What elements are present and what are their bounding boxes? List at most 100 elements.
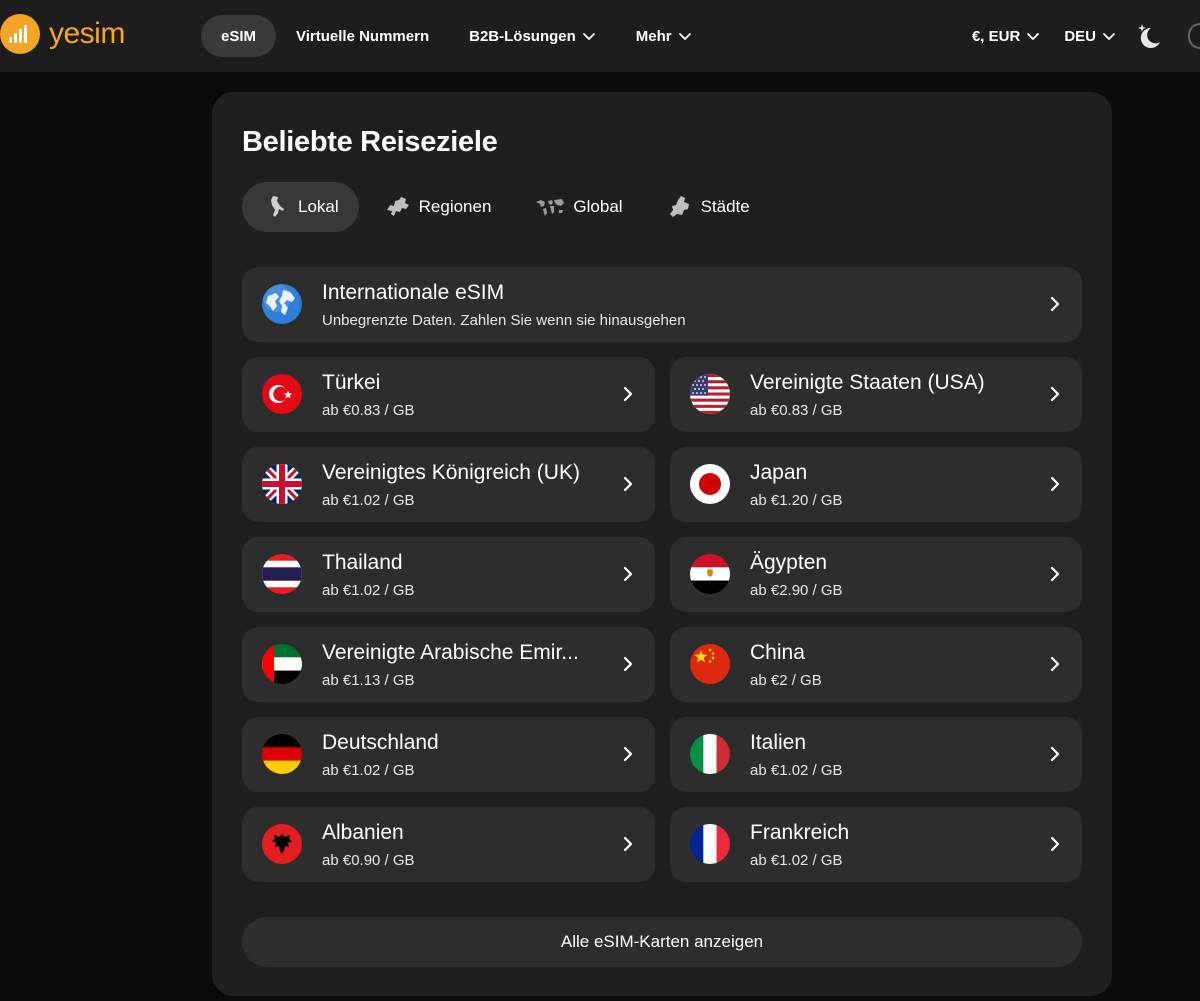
- chevron-down-icon: [1027, 33, 1040, 40]
- international-esim-description: Unbegrenzte Daten. Zahlen Sie wenn sie h…: [322, 312, 686, 329]
- chevron-right-icon: [623, 386, 633, 402]
- chevron-right-icon: [623, 746, 633, 762]
- destination-name: Vereinigte Arabische Emir...: [322, 641, 579, 664]
- chevron-right-icon: [1050, 836, 1060, 852]
- destination-name: Albanien: [322, 821, 404, 844]
- international-esim-title: Internationale eSIM: [322, 281, 505, 304]
- albania-flag-icon: [262, 824, 302, 864]
- popular-destinations-panel: Beliebte Reiseziele Lokal Regionen Globa…: [212, 92, 1112, 996]
- tab-local[interactable]: Lokal: [242, 182, 359, 232]
- destination-name: Türkei: [322, 371, 381, 394]
- germany-flag-icon: [262, 734, 302, 774]
- destination-name: China: [750, 641, 805, 664]
- language-selector[interactable]: DEU: [1052, 15, 1128, 57]
- chevron-right-icon: [1050, 476, 1060, 492]
- destination-name: Thailand: [322, 551, 403, 574]
- tab-cities-label: Städte: [700, 197, 750, 216]
- destination-card-uae[interactable]: Vereinigte Arabische Emir... ab €1.13 / …: [242, 627, 655, 702]
- currency-selector[interactable]: €, EUR: [960, 15, 1052, 57]
- destination-card-albania[interactable]: Albanien ab €0.90 / GB: [242, 807, 655, 882]
- destination-card-germany[interactable]: Deutschland ab €1.02 / GB: [242, 717, 655, 792]
- chevron-right-icon: [1050, 566, 1060, 582]
- chevron-right-icon: [623, 566, 633, 582]
- tab-global-label: Global: [573, 197, 623, 216]
- destination-card-turkey[interactable]: Türkei ab €0.83 / GB: [242, 357, 655, 432]
- chevron-right-icon: [1050, 746, 1060, 762]
- chevron-right-icon: [1050, 296, 1060, 312]
- chevron-right-icon: [623, 656, 633, 672]
- destination-price: ab €1.02 / GB: [322, 492, 415, 509]
- destination-price: ab €2 / GB: [750, 672, 822, 689]
- account-icon[interactable]: [1188, 23, 1200, 49]
- destination-name: Vereinigte Staaten (USA): [750, 371, 985, 394]
- world-map-icon: [536, 199, 565, 216]
- destination-card-thailand[interactable]: Thailand ab €1.02 / GB: [242, 537, 655, 612]
- signal-bars-icon: [0, 14, 40, 54]
- nav-b2b-label: B2B-Lösungen: [469, 27, 576, 45]
- language-label: DEU: [1064, 27, 1096, 45]
- chevron-right-icon: [623, 836, 633, 852]
- destination-card-usa[interactable]: Vereinigte Staaten (USA) ab €0.83 / GB: [670, 357, 1082, 432]
- header-right-controls: €, EUR DEU: [960, 15, 1200, 57]
- destination-name: Vereinigtes Königreich (UK): [322, 461, 580, 484]
- nav-esim[interactable]: eSIM: [201, 15, 277, 57]
- destination-price: ab €1.20 / GB: [750, 492, 843, 509]
- destination-name: Japan: [750, 461, 808, 484]
- italy-map-icon: [271, 196, 284, 217]
- chevron-down-icon: [582, 33, 595, 40]
- main-nav: eSIM Virtuelle Nummern B2B-Lösungen Mehr: [201, 15, 712, 57]
- destination-card-japan[interactable]: Japan ab €1.20 / GB: [670, 447, 1082, 522]
- chevron-right-icon: [623, 476, 633, 492]
- destination-name: Italien: [750, 731, 807, 754]
- destination-tabs: Lokal Regionen Global Städte: [242, 182, 772, 232]
- destination-price: ab €1.02 / GB: [750, 762, 843, 779]
- uae-flag-icon: [262, 644, 302, 684]
- moon-stars-icon: [1138, 24, 1160, 48]
- destination-price: ab €2.90 / GB: [750, 582, 843, 599]
- yesim-logo[interactable]: yesim: [0, 14, 125, 54]
- nav-b2b-solutions[interactable]: B2B-Lösungen: [449, 15, 616, 57]
- top-navigation-bar: yesim eSIM Virtuelle Nummern B2B-Lösunge…: [0, 0, 1200, 72]
- chevron-down-icon: [1103, 33, 1115, 40]
- destination-price: ab €1.02 / GB: [322, 582, 415, 599]
- destination-price: ab €1.02 / GB: [750, 852, 843, 869]
- theme-toggle-button[interactable]: [1128, 15, 1170, 57]
- destination-price: ab €1.02 / GB: [322, 762, 415, 779]
- egypt-flag-icon: [690, 554, 730, 594]
- nav-virtual-numbers[interactable]: Virtuelle Nummern: [276, 15, 449, 57]
- turkey-flag-icon: [262, 374, 302, 414]
- panel-title: Beliebte Reiseziele: [242, 126, 498, 158]
- destination-price: ab €0.83 / GB: [322, 402, 415, 419]
- tab-regions[interactable]: Regionen: [361, 182, 512, 232]
- italy-flag-icon: [690, 734, 730, 774]
- nav-more-label: Mehr: [635, 27, 672, 45]
- destination-name: Deutschland: [322, 731, 439, 754]
- usa-flag-icon: [690, 374, 730, 414]
- show-all-esims-button[interactable]: Alle eSIM-Karten anzeigen: [242, 917, 1082, 967]
- tab-regions-label: Regionen: [418, 197, 492, 216]
- international-esim-card[interactable]: Internationale eSIM Unbegrenzte Daten. Z…: [242, 267, 1082, 342]
- destination-price: ab €0.90 / GB: [322, 852, 415, 869]
- city-map-icon: [669, 196, 689, 217]
- nav-virtual-numbers-label: Virtuelle Nummern: [296, 27, 430, 45]
- destination-card-china[interactable]: China ab €2 / GB: [670, 627, 1082, 702]
- currency-label: €, EUR: [971, 27, 1021, 45]
- nav-esim-label: eSIM: [221, 27, 257, 45]
- nav-more[interactable]: Mehr: [616, 15, 712, 57]
- europe-map-icon: [386, 197, 409, 216]
- destination-price: ab €0.83 / GB: [750, 402, 843, 419]
- thailand-flag-icon: [262, 554, 302, 594]
- destination-name: Frankreich: [750, 821, 850, 844]
- destination-card-italy[interactable]: Italien ab €1.02 / GB: [670, 717, 1082, 792]
- chevron-down-icon: [678, 33, 691, 40]
- destination-name: Ägypten: [750, 551, 828, 574]
- destination-card-egypt[interactable]: Ägypten ab €2.90 / GB: [670, 537, 1082, 612]
- tab-global[interactable]: Global: [513, 182, 642, 232]
- tab-local-label: Lokal: [298, 197, 339, 216]
- tab-cities[interactable]: Städte: [645, 182, 770, 232]
- chevron-right-icon: [1050, 386, 1060, 402]
- china-flag-icon: [690, 644, 730, 684]
- destination-card-france[interactable]: Frankreich ab €1.02 / GB: [670, 807, 1082, 882]
- destination-card-uk[interactable]: Vereinigtes Königreich (UK) ab €1.02 / G…: [242, 447, 655, 522]
- logo-wordmark: yesim: [49, 17, 125, 50]
